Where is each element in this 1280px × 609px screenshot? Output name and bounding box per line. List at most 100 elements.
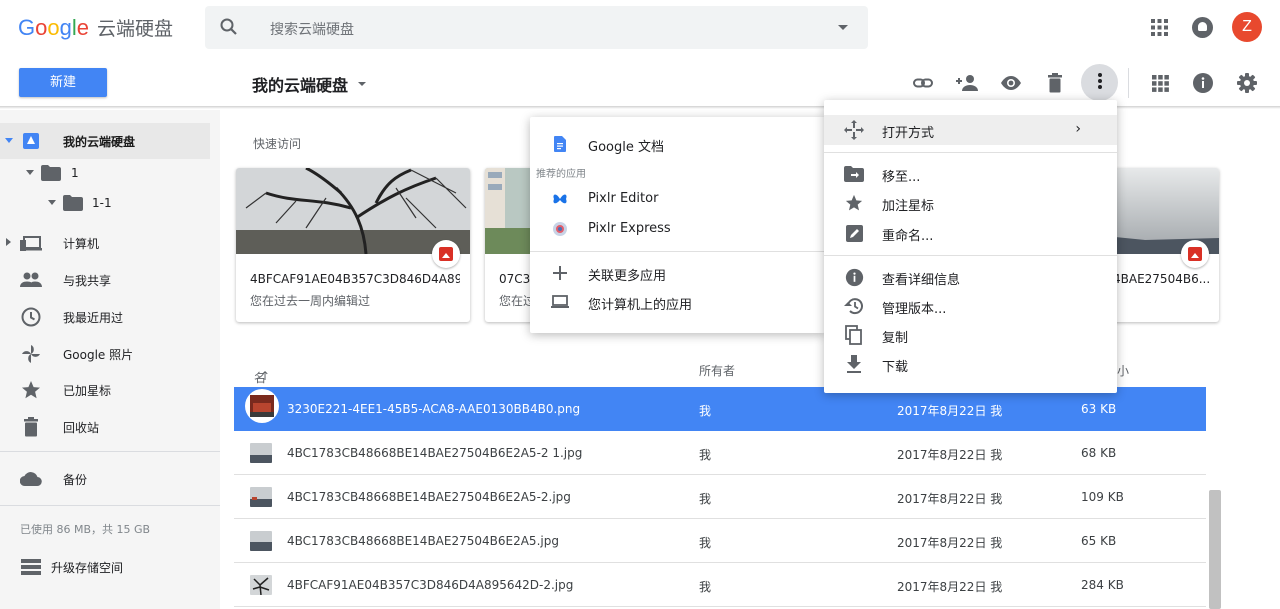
menu-item-label: 下载 [882, 360, 909, 375]
sidebar-item-label: 我的云端硬盘 [63, 134, 136, 149]
menu-item-label: 关联更多应用 [588, 269, 667, 284]
menu-item-computer-apps[interactable]: 您计算机上的应用 [530, 287, 825, 317]
image-file-icon [250, 531, 272, 551]
menu-item-pixlr-express[interactable]: Pixlr Express [530, 214, 825, 244]
table-row[interactable]: 4BC1783CB48668BE14BAE27504B6E2A5-2 1.jpg… [234, 431, 1206, 475]
image-type-icon [432, 240, 460, 268]
link-icon[interactable] [909, 69, 937, 97]
menu-item-pixlr-editor[interactable]: Pixlr Editor [530, 184, 825, 214]
sidebar-item-my-drive[interactable]: 我的云端硬盘 [0, 123, 210, 159]
sidebar-item-backups[interactable]: 备份 [0, 461, 210, 497]
file-modified: 2017年8月22日 我 [897, 448, 1003, 462]
grid-view-icon[interactable] [1146, 69, 1174, 97]
copy-icon [844, 325, 864, 345]
logo-letter: e [76, 14, 90, 40]
menu-item-copy[interactable]: 复制 [824, 320, 1117, 350]
trash-icon[interactable] [1041, 69, 1069, 97]
chevron-down-icon[interactable] [358, 82, 367, 86]
menu-separator [530, 251, 825, 252]
file-size: 109 KB [1081, 490, 1124, 504]
menu-item-open-with[interactable]: 打开方式 › [824, 115, 1117, 145]
settings-gear-icon[interactable] [1233, 69, 1261, 97]
file-size: 63 KB [1081, 402, 1117, 416]
file-modified: 2017年8月22日 我 [897, 536, 1003, 550]
upgrade-storage-link[interactable]: 升级存储空间 [0, 549, 210, 585]
laptop-icon [550, 292, 570, 312]
file-size: 284 KB [1081, 578, 1124, 592]
file-modified: 2017年8月22日 我 [897, 492, 1003, 506]
share-person-icon[interactable] [953, 69, 981, 97]
more-actions-menu: 打开方式 › 移至... 加注星标 重命名... 查看详细信息 管理版本... [824, 100, 1117, 393]
file-name: 4BC1783CB48668BE14BAE27504B6E2A5.jpg [287, 534, 559, 548]
sidebar-divider [0, 505, 220, 506]
image-file-icon [245, 389, 279, 423]
table-row[interactable]: 4BC1783CB48668BE14BAE27504B6E2A5.jpg 我 2… [234, 519, 1206, 563]
avatar[interactable]: Z [1232, 12, 1262, 42]
expand-arrow-icon[interactable] [6, 238, 11, 246]
sidebar-item-computers[interactable]: 计算机 [0, 225, 210, 261]
menu-item-label: Pixlr Editor [588, 191, 659, 206]
storage-usage-text: 已使用 86 MB，共 15 GB [20, 523, 151, 536]
sidebar-item-label: 计算机 [63, 236, 100, 251]
menu-item-star[interactable]: 加注星标 [824, 188, 1117, 218]
pinwheel-icon [20, 343, 42, 365]
sidebar-item-recent[interactable]: 我最近用过 [0, 299, 210, 335]
rename-pencil-icon [844, 223, 864, 243]
sidebar-item-label: 已加星标 [63, 383, 112, 398]
breadcrumb-my-drive[interactable]: 我的云端硬盘 [252, 72, 348, 96]
column-owner-header[interactable]: 所有者 [699, 362, 735, 379]
file-modified: 2017年8月22日 我 [897, 404, 1003, 418]
menu-item-download[interactable]: 下载 [824, 349, 1117, 379]
menu-item-label: 复制 [882, 331, 909, 346]
more-actions-button[interactable] [1081, 64, 1118, 101]
pixlr-express-icon [550, 219, 570, 239]
sidebar-item-folder-1-1[interactable]: 1-1 [42, 185, 202, 221]
table-row[interactable]: 4BC1783CB48668BE14BAE27504B6E2A5-2.jpg 我… [234, 475, 1206, 519]
google-drive-logo[interactable]: Google 云端硬盘 [18, 14, 173, 41]
sidebar-item-shared-with-me[interactable]: 与我共享 [0, 262, 210, 298]
people-icon [20, 269, 42, 291]
notifications-bell-icon[interactable] [1192, 17, 1213, 38]
apps-grid-icon[interactable] [1151, 19, 1168, 40]
expand-arrow-icon[interactable] [26, 170, 34, 175]
scrollbar[interactable] [1209, 490, 1221, 609]
breadcrumb[interactable]: 我的云端硬盘 [252, 72, 367, 96]
table-row[interactable]: 3230E221-4EE1-45B5-ACA8-AAE0130BB4B0.png… [234, 387, 1206, 431]
menu-item-move-to[interactable]: 移至... [824, 159, 1117, 189]
sidebar-item-label: Google 照片 [63, 347, 134, 362]
menu-item-label: 管理版本... [882, 302, 947, 317]
new-button[interactable]: 新建 [19, 68, 107, 97]
move-to-folder-icon [844, 164, 864, 184]
sort-arrow-up-icon[interactable]: ↑ [260, 369, 270, 383]
menu-item-view-details[interactable]: 查看详细信息 [824, 262, 1117, 292]
sidebar-item-trash[interactable]: 回收站 [0, 409, 210, 445]
file-owner: 我 [699, 448, 712, 462]
card-title: 4BFCAF91AE04B357C3D846D4A895... [250, 272, 460, 286]
clock-icon [20, 306, 42, 328]
menu-item-label: 查看详细信息 [882, 273, 961, 288]
sidebar-item-google-photos[interactable]: Google 照片 [0, 336, 210, 372]
search-bar[interactable]: 搜索云端硬盘 [205, 6, 868, 49]
preview-eye-icon[interactable] [997, 69, 1025, 97]
menu-item-manage-versions[interactable]: 管理版本... [824, 291, 1117, 321]
search-icon[interactable] [219, 17, 239, 41]
expand-arrow-icon[interactable] [5, 138, 13, 143]
info-icon[interactable] [1189, 69, 1217, 97]
expand-arrow-icon[interactable] [48, 200, 56, 205]
image-file-icon [250, 487, 272, 507]
table-row[interactable]: 4BFCAF91AE04B357C3D846D4A895642D-2.jpg 我… [234, 563, 1206, 607]
quick-access-card[interactable]: 4BFCAF91AE04B357C3D846D4A895... 您在过去一周内编… [236, 168, 470, 322]
menu-item-rename[interactable]: 重命名... [824, 218, 1117, 248]
cloud-icon [20, 468, 42, 490]
toolbar-divider [1128, 68, 1129, 98]
logo-letter: G [18, 14, 36, 40]
column-size-header[interactable]: 小 [1117, 362, 1129, 379]
card-subtitle: 您在过去一周内编辑过 [250, 294, 371, 308]
recommended-apps-header: 推荐的应用 [536, 169, 586, 180]
menu-item-connect-more-apps[interactable]: 关联更多应用 [530, 258, 825, 288]
chevron-right-icon: › [1075, 121, 1081, 137]
search-input[interactable]: 搜索云端硬盘 [270, 19, 354, 39]
sidebar-item-starred[interactable]: 已加星标 [0, 372, 210, 408]
search-options-chevron-icon[interactable] [838, 25, 848, 30]
menu-item-google-docs[interactable]: Google 文档 [530, 129, 825, 159]
